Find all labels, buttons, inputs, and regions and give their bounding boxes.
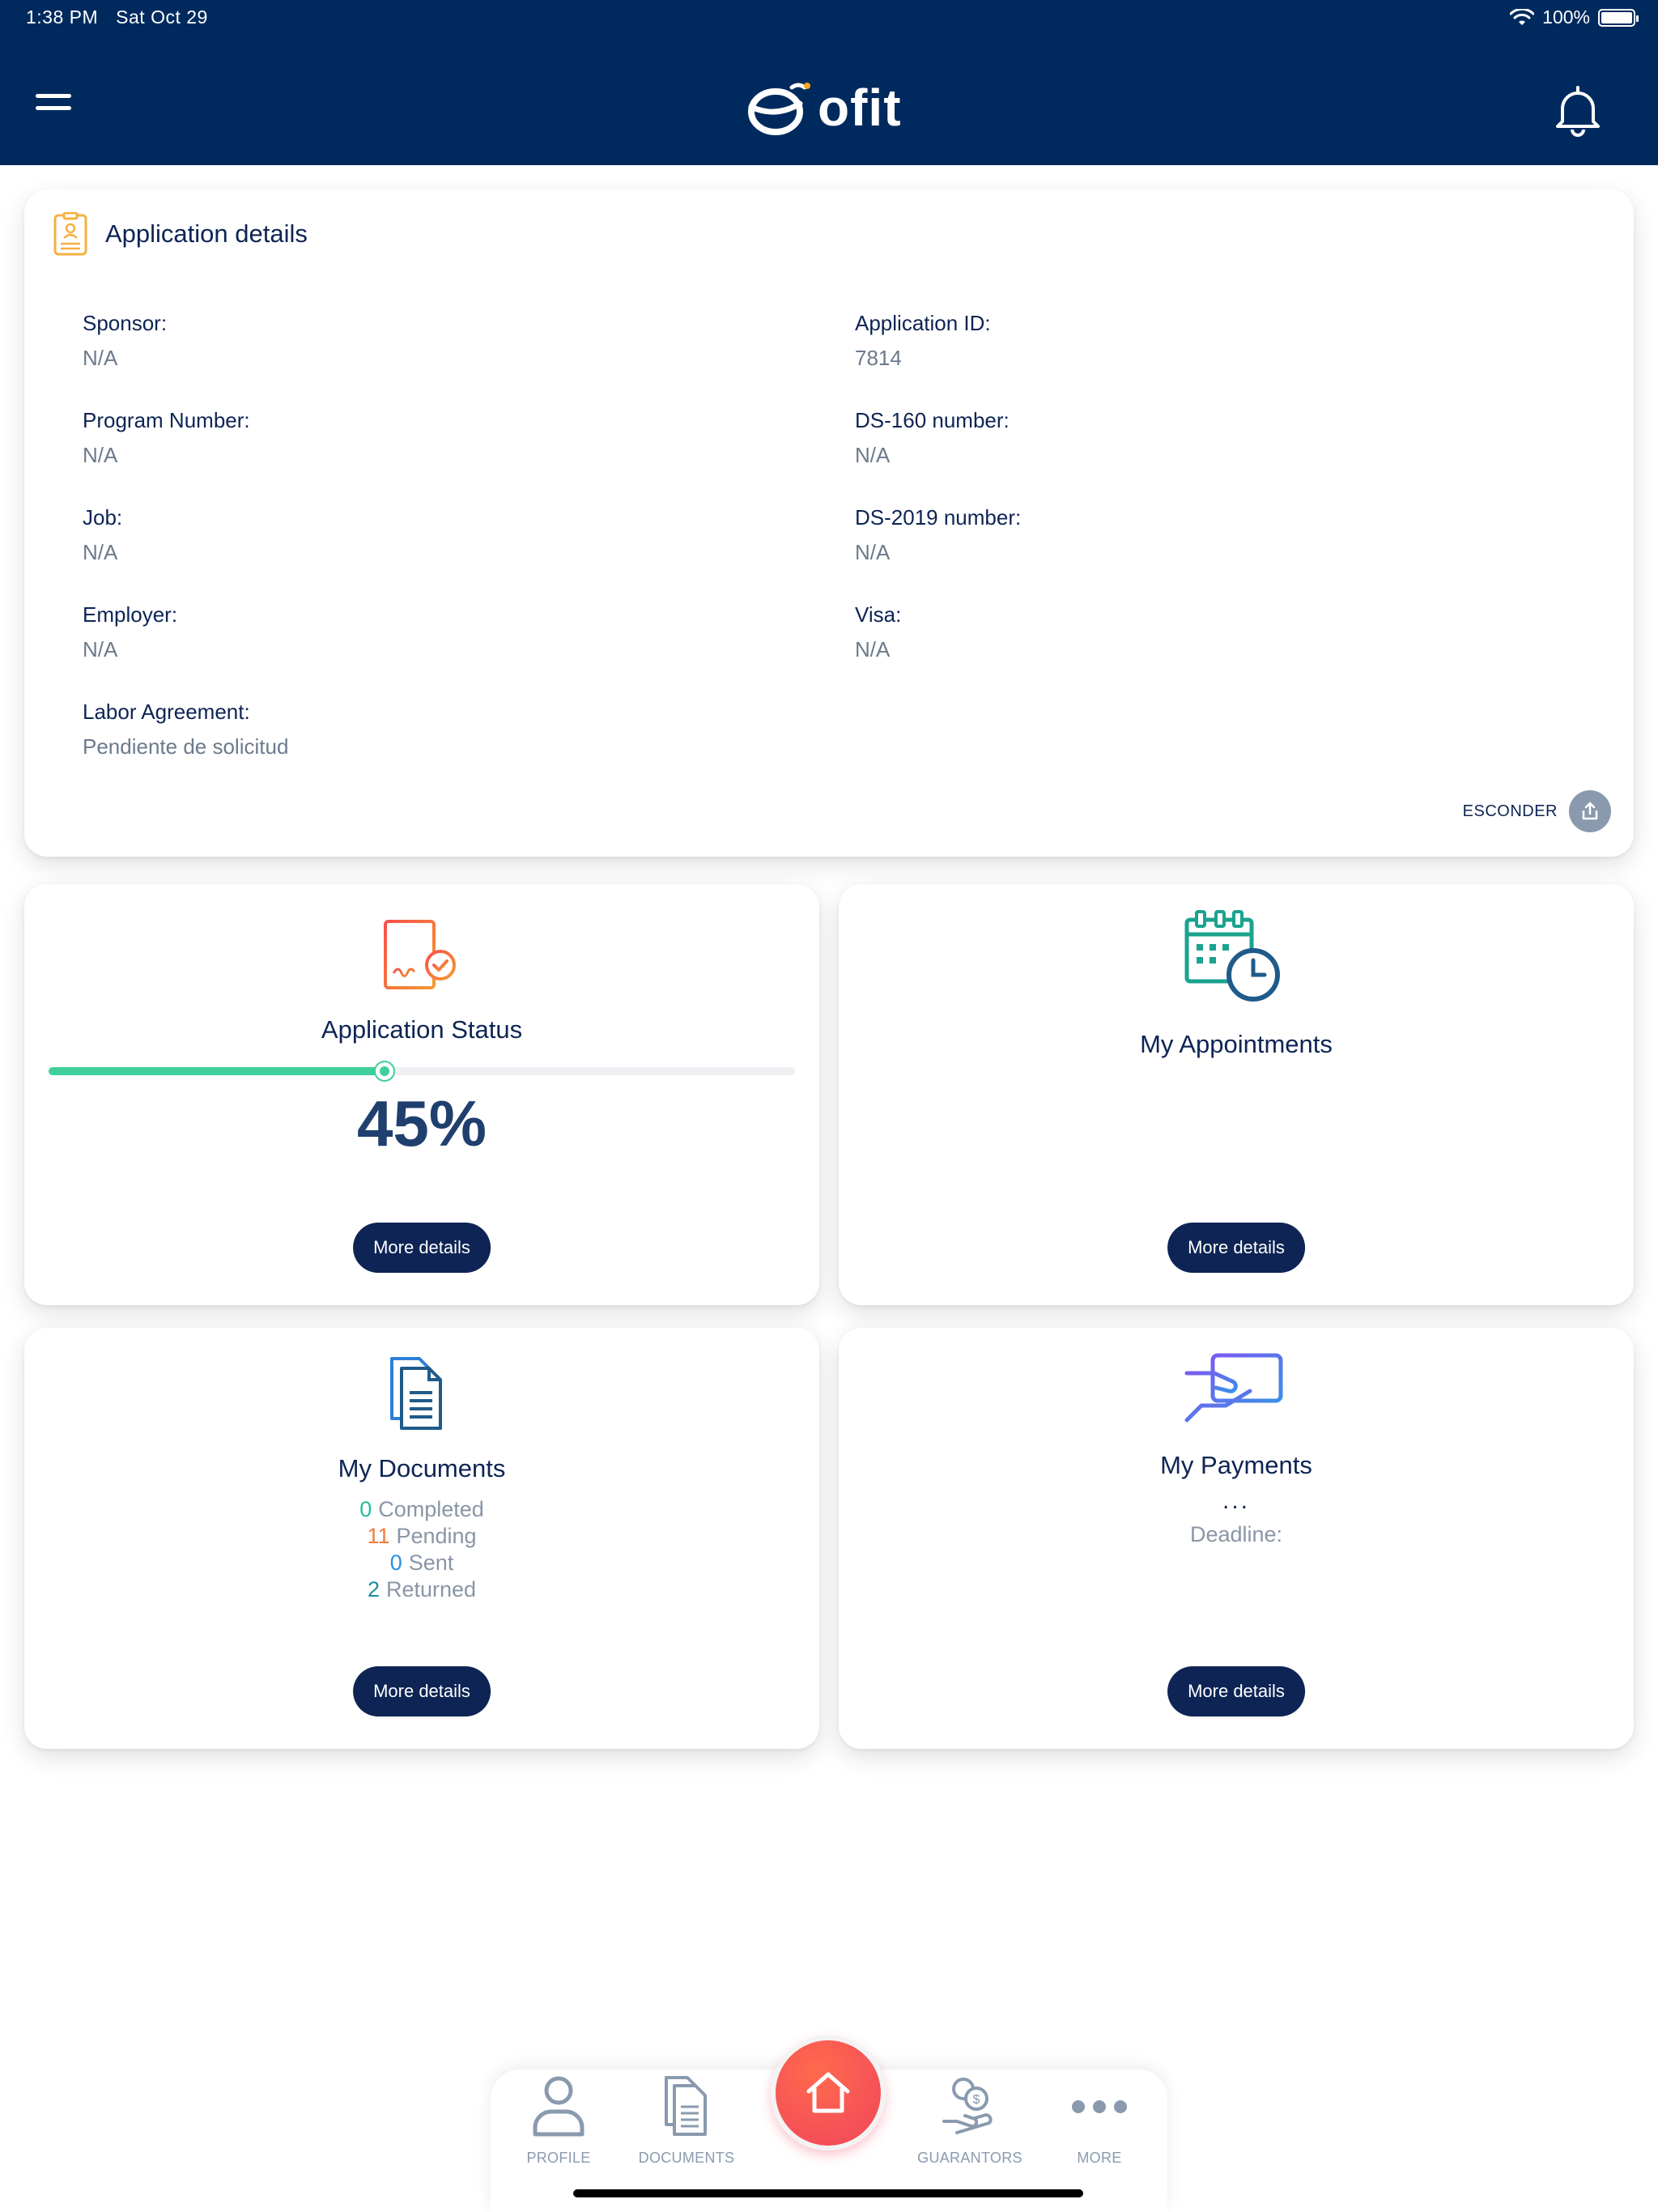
menu-button[interactable]: [36, 91, 74, 113]
hide-details-button[interactable]: ESCONDER: [1463, 790, 1611, 832]
documents-more-button[interactable]: More details: [353, 1666, 491, 1716]
field-label: Labor Agreement:: [83, 700, 250, 724]
field-value: 7814: [855, 346, 902, 370]
stat-completed: 0 Completed: [24, 1496, 819, 1523]
documents-tab-icon: [665, 2076, 707, 2136]
field-ds160-number: DS-160 number: N/A: [855, 408, 1010, 468]
progress-knob: [375, 1062, 393, 1080]
application-status-more-button[interactable]: More details: [353, 1223, 491, 1273]
payments-title: My Payments: [1160, 1451, 1312, 1479]
field-value: N/A: [83, 346, 118, 370]
field-value: N/A: [83, 637, 118, 661]
field-label: Employer:: [83, 602, 178, 627]
tab-profile[interactable]: PROFILE: [502, 2074, 615, 2167]
field-program-number: Program Number: N/A: [83, 408, 250, 468]
status-bar-left: 1:38 PM Sat Oct 29: [26, 6, 208, 28]
field-value: N/A: [83, 443, 118, 467]
field-value: N/A: [83, 540, 118, 564]
application-details-card: Application details Sponsor: N/A Applica…: [24, 189, 1634, 857]
payment-card-icon: [1184, 1353, 1283, 1423]
application-status-title: Application Status: [321, 1015, 523, 1044]
certificate-icon: [384, 920, 456, 989]
battery-percent: 100%: [1542, 6, 1590, 28]
documents-title: My Documents: [338, 1454, 506, 1482]
stat-label: Sent: [408, 1551, 454, 1575]
tab-guarantors-label: GUARANTORS: [917, 2150, 1022, 2166]
documents-stats: 0 Completed 11 Pending 0 Sent 2 Returned: [24, 1496, 819, 1603]
appointments-title: My Appointments: [1140, 1030, 1333, 1058]
application-details-title: Application details: [105, 219, 308, 248]
documents-icon: [390, 1357, 442, 1430]
bell-icon[interactable]: [1553, 84, 1603, 138]
field-value: N/A: [855, 540, 891, 564]
tab-more[interactable]: MORE: [1043, 2074, 1156, 2167]
status-time: 1:38 PM: [26, 6, 99, 28]
logo-mark-icon: [748, 83, 810, 135]
field-label: DS-2019 number:: [855, 505, 1022, 530]
payments-card: My Payments ... Deadline: More details: [839, 1328, 1634, 1749]
wifi-icon: [1510, 8, 1535, 25]
stat-label: Pending: [396, 1524, 477, 1548]
documents-card: My Documents 0 Completed 11 Pending 0 Se…: [24, 1328, 819, 1749]
stat-count: 0: [389, 1551, 402, 1575]
field-visa: Visa: N/A: [855, 602, 901, 662]
field-value: Pendiente de solicitud: [83, 734, 289, 759]
tab-documents[interactable]: DOCUMENTS: [630, 2074, 743, 2167]
tab-profile-label: PROFILE: [526, 2150, 591, 2166]
field-value: N/A: [855, 443, 891, 467]
field-label: Sponsor:: [83, 311, 168, 335]
field-job: Job: N/A: [83, 505, 122, 565]
stat-sent: 0 Sent: [24, 1550, 819, 1576]
payments-more-button[interactable]: More details: [1167, 1666, 1305, 1716]
stat-pending: 11 Pending: [24, 1523, 819, 1550]
field-label: Job:: [83, 505, 123, 530]
field-employer: Employer: N/A: [83, 602, 177, 662]
field-label: Application ID:: [855, 311, 991, 335]
status-bar-right: 100%: [1510, 6, 1639, 28]
stat-label: Completed: [378, 1497, 484, 1521]
field-label: DS-160 number:: [855, 408, 1010, 432]
field-application-id: Application ID: 7814: [855, 311, 991, 371]
field-ds2019-number: DS-2019 number: N/A: [855, 505, 1021, 565]
stat-count: 11: [367, 1524, 390, 1548]
home-button[interactable]: [771, 2035, 886, 2150]
calendar-clock-icon: [1184, 910, 1280, 1002]
stat-count: 0: [359, 1497, 372, 1521]
progress-percent: 45%: [356, 1087, 487, 1159]
field-sponsor: Sponsor: N/A: [83, 311, 167, 371]
field-label: Visa:: [855, 602, 902, 627]
appointments-card: My Appointments More details: [839, 884, 1634, 1305]
payments-deadline: Deadline:: [1189, 1522, 1283, 1546]
top-bar: 1:38 PM Sat Oct 29 100% ofit: [0, 0, 1658, 165]
status-date: Sat Oct 29: [116, 6, 208, 28]
field-labor-agreement: Labor Agreement: Pendiente de solicitud: [83, 700, 288, 759]
share-icon: [1569, 790, 1611, 832]
field-label: Program Number:: [83, 408, 250, 432]
svg-text:$: $: [973, 2093, 980, 2107]
tab-guarantors[interactable]: $ GUARANTORS: [913, 2074, 1027, 2167]
application-form-icon: [53, 212, 87, 256]
application-status-card: Application Status 45% More details: [24, 884, 819, 1305]
appointments-more-button[interactable]: More details: [1167, 1223, 1305, 1273]
application-details-header: Application details: [53, 212, 308, 256]
hide-details-label: ESCONDER: [1462, 802, 1558, 820]
stat-count: 2: [367, 1577, 380, 1602]
tab-more-label: MORE: [1077, 2150, 1122, 2166]
home-icon: [806, 2072, 850, 2113]
payments-amount-placeholder: ...: [1222, 1487, 1250, 1514]
stat-label: Returned: [385, 1577, 477, 1602]
stat-returned: 2 Returned: [24, 1576, 819, 1603]
progress-bar: [49, 1062, 795, 1080]
more-dots-icon: [1072, 2100, 1127, 2113]
person-icon: [533, 2076, 585, 2137]
battery-icon: [1598, 8, 1639, 27]
guarantor-hand-icon: $: [942, 2078, 993, 2134]
home-indicator: [573, 2189, 1083, 2197]
field-value: N/A: [855, 637, 891, 661]
tab-documents-label: DOCUMENTS: [638, 2150, 735, 2166]
app-logo: ofit: [745, 78, 902, 138]
progress-fill: [49, 1067, 385, 1075]
logo-text: ofit: [818, 79, 902, 137]
